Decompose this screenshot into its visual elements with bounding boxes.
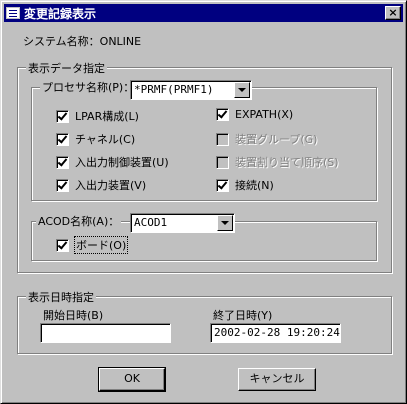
chevron-down-icon[interactable] xyxy=(217,215,233,231)
checkbox-label: LPAR構成(L) xyxy=(75,110,139,123)
window-icon xyxy=(6,7,20,19)
checkbox-board[interactable]: ボード(O) xyxy=(56,236,129,254)
processor-combo[interactable]: *PRMF(PRMF1) xyxy=(130,80,252,100)
checkbox-connection[interactable]: 接続(N) xyxy=(216,177,274,193)
checkbox-box[interactable] xyxy=(56,155,69,169)
window-title: 変更記録表示 xyxy=(24,6,97,21)
checkbox-channel[interactable]: チャネル(C) xyxy=(56,131,135,147)
checkbox-label: 入出力装置(V) xyxy=(75,179,147,192)
checkbox-io-device[interactable]: 入出力装置(V) xyxy=(56,177,146,193)
dialog-window: 変更記録表示 × システム名称：ONLINE 表示データ指定 プロセサ名称(P)… xyxy=(0,0,407,404)
end-date-field[interactable]: 2002-02-28 19:20:24 xyxy=(210,323,341,343)
processor-label: プロセサ名称(P)： xyxy=(40,79,137,95)
processor-combo-value: *PRMF(PRMF1) xyxy=(134,83,214,96)
start-date-label: 開始日時(B) xyxy=(43,309,104,322)
checkbox-label: 入出力制御装置(U) xyxy=(75,156,169,169)
acod-combo-value: ACOD1 xyxy=(134,216,168,229)
acod-label: ACOD名称(A)： xyxy=(36,213,122,229)
checkbox-label: 接続(N) xyxy=(235,179,274,192)
checkbox-device-order: 装置割り当て順序(S) xyxy=(216,154,339,170)
checkbox-label: EXPATH(X) xyxy=(235,108,294,121)
end-date-label: 終了日時(Y) xyxy=(213,309,273,322)
close-button[interactable]: × xyxy=(385,6,401,20)
checkbox-io-controller[interactable]: 入出力制御装置(U) xyxy=(56,154,169,170)
checkbox-expath[interactable]: EXPATH(X) xyxy=(216,108,293,121)
title-bar[interactable]: 変更記録表示 × xyxy=(4,4,403,22)
checkbox-box[interactable] xyxy=(56,178,69,192)
checkbox-device-group: 装置グループ(G) xyxy=(216,131,317,147)
checkbox-box[interactable] xyxy=(216,108,229,121)
display-data-legend: 表示データ指定 xyxy=(26,60,107,76)
checkbox-box xyxy=(216,132,229,146)
cancel-button[interactable]: キャンセル xyxy=(238,368,316,391)
checkbox-label: チャネル(C) xyxy=(75,133,136,146)
ok-button[interactable]: OK xyxy=(98,367,166,392)
chevron-down-icon[interactable] xyxy=(234,82,250,98)
checkbox-box[interactable] xyxy=(56,109,69,123)
checkbox-label: 装置割り当て順序(S) xyxy=(235,156,339,169)
checkbox-lpar[interactable]: LPAR構成(L) xyxy=(56,108,139,124)
start-date-field[interactable] xyxy=(40,323,171,343)
checkbox-box[interactable] xyxy=(216,178,229,192)
checkbox-box[interactable] xyxy=(56,238,69,252)
checkbox-box xyxy=(216,155,229,169)
checkbox-box[interactable] xyxy=(56,132,69,146)
acod-combo[interactable]: ACOD1 xyxy=(130,213,235,233)
system-name-label: システム名称：ONLINE xyxy=(23,35,142,48)
checkbox-label: 装置グループ(G) xyxy=(235,133,318,146)
date-legend: 表示日時指定 xyxy=(26,289,96,305)
checkbox-label: ボード(O) xyxy=(73,236,129,254)
